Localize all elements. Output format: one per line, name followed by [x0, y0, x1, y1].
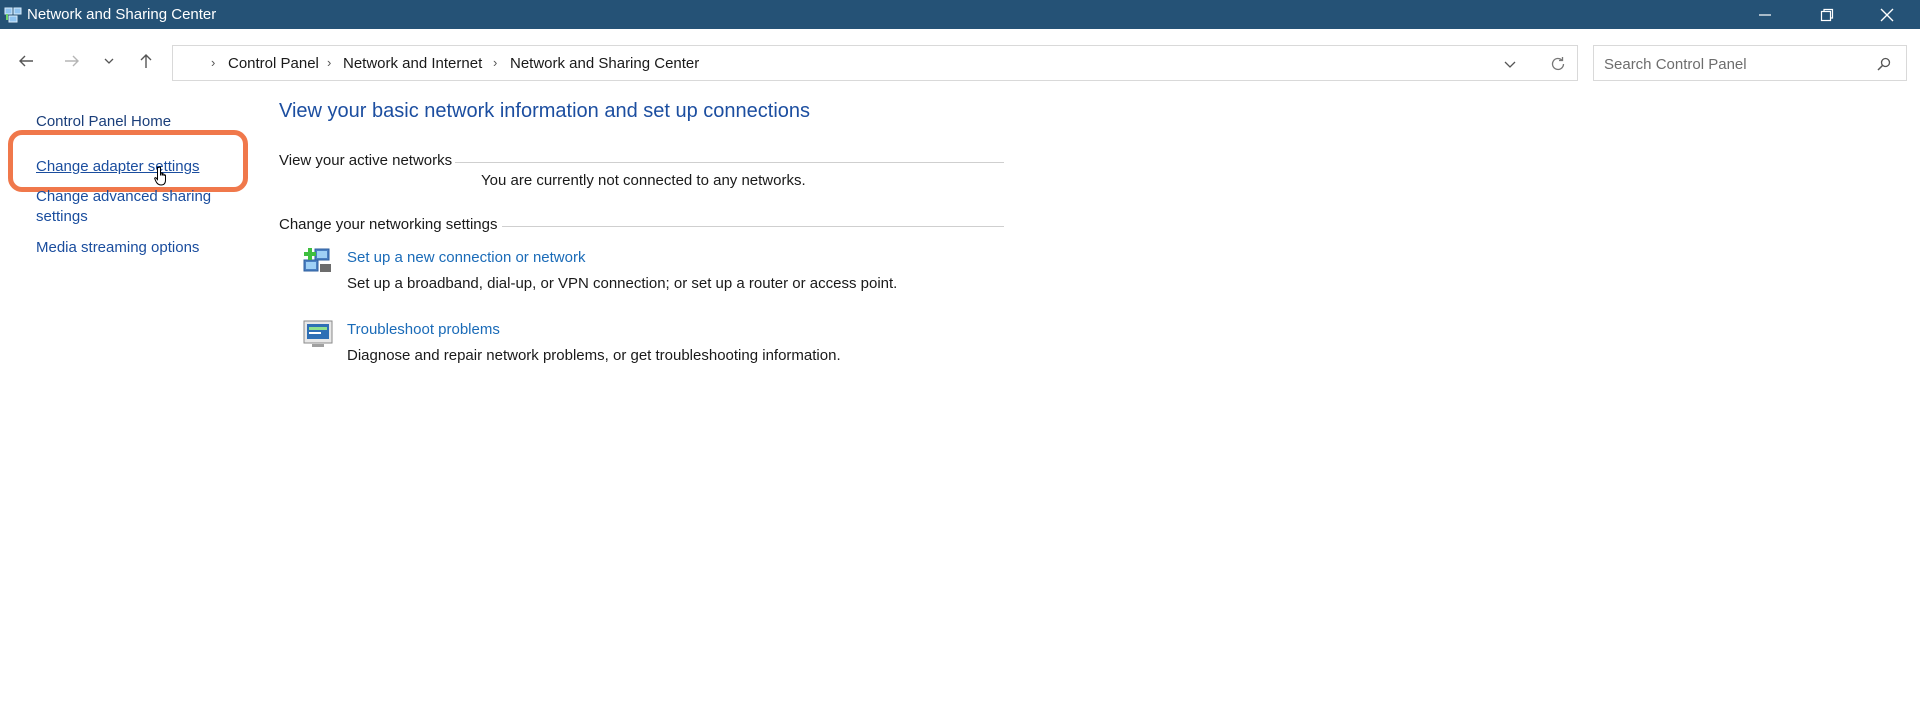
highlight-annotation [8, 130, 248, 192]
back-button[interactable] [11, 46, 41, 76]
change-advanced-sharing-settings-link[interactable]: Change advanced sharing settings [36, 187, 211, 227]
link-line-2: settings [36, 208, 88, 225]
search-icon[interactable] [1876, 56, 1892, 72]
setup-new-connection-link[interactable]: Set up a new connection or network [347, 249, 585, 266]
troubleshoot-icon [303, 320, 333, 347]
breadcrumb-separator: › [327, 55, 332, 70]
search-input[interactable] [1602, 53, 1866, 75]
active-networks-heading: View your active networks [279, 152, 453, 169]
title-bar: Network and Sharing Center [0, 0, 1920, 29]
media-streaming-options-link[interactable]: Media streaming options [36, 238, 199, 258]
window-title: Network and Sharing Center [27, 6, 217, 23]
troubleshoot-problems-description: Diagnose and repair network problems, or… [347, 347, 841, 364]
section-divider [502, 226, 1004, 227]
network-setup-icon [303, 248, 331, 272]
forward-button[interactable] [57, 46, 87, 76]
setup-new-connection-description: Set up a broadband, dial-up, or VPN conn… [347, 275, 898, 292]
recent-locations-button[interactable] [97, 46, 119, 76]
close-icon [1880, 8, 1894, 22]
search-box[interactable] [1593, 45, 1907, 81]
troubleshoot-problems-link[interactable]: Troubleshoot problems [347, 321, 500, 338]
breadcrumb-separator: › [493, 55, 498, 70]
address-bar[interactable]: › Control Panel › Network and Internet ›… [172, 45, 1578, 81]
page-title: View your basic network information and … [279, 100, 811, 122]
breadcrumb-network-and-sharing-center[interactable]: Network and Sharing Center [510, 55, 699, 72]
refresh-icon[interactable] [1549, 55, 1567, 73]
up-arrow-icon [140, 54, 152, 68]
network-status-text: You are currently not connected to any n… [481, 172, 806, 189]
control-panel-home-link[interactable]: Control Panel Home [36, 112, 171, 132]
breadcrumb-control-panel[interactable]: Control Panel [228, 55, 319, 72]
network-sharing-app-icon [4, 7, 22, 23]
chevron-down-icon [104, 58, 114, 64]
address-dropdown-icon[interactable] [1503, 57, 1517, 71]
hand-cursor-icon [154, 166, 166, 186]
networking-settings-heading: Change your networking settings [279, 216, 498, 233]
breadcrumb-separator: › [211, 55, 216, 70]
close-button[interactable] [1858, 0, 1916, 29]
forward-arrow-icon [65, 55, 79, 67]
breadcrumb-network-and-internet[interactable]: Network and Internet [343, 55, 482, 72]
back-arrow-icon [19, 55, 33, 67]
minimize-icon [1759, 14, 1771, 16]
restore-button[interactable] [1798, 0, 1856, 29]
minimize-button[interactable] [1736, 0, 1794, 29]
restore-icon [1820, 8, 1834, 22]
section-divider [455, 162, 1004, 163]
up-button[interactable] [131, 46, 161, 76]
link-line-1: Change advanced sharing [36, 188, 212, 205]
